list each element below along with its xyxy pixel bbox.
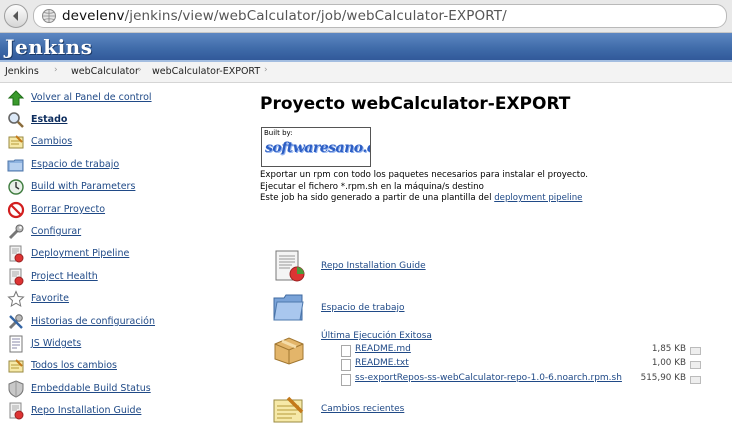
file-icon xyxy=(341,345,351,357)
badge-caption: Built by: xyxy=(264,129,293,137)
sidebar-item-build-with-parameters[interactable]: Build with Parameters xyxy=(7,178,237,196)
description-line: Exportar un rpm con todo los paquetes ne… xyxy=(260,170,589,180)
page-title: Proyecto webCalculator-EXPORT xyxy=(260,94,571,114)
sidebar-item-status[interactable]: Estado xyxy=(7,111,237,129)
built-by-badge[interactable]: Built by: softwaresano.com xyxy=(261,127,371,167)
breadcrumb-job[interactable]: webCalculator-EXPORT xyxy=(152,66,260,77)
sidebar-item-deployment-pipeline[interactable]: Deployment Pipeline xyxy=(7,245,237,263)
sidebar-item-label: Volver al Panel de control xyxy=(31,92,152,103)
sidebar-item-label: Cambios xyxy=(31,136,73,147)
sidebar-item-changes[interactable]: Cambios xyxy=(7,133,237,151)
notepad-icon xyxy=(273,396,304,423)
document-icon xyxy=(9,335,23,353)
artifact-row: README.md 1,85 KB xyxy=(341,344,706,357)
sidebar-item-project-health[interactable]: Project Health xyxy=(7,268,237,286)
view-icon[interactable] xyxy=(690,361,701,369)
sidebar-item-label: JS Widgets xyxy=(31,338,82,349)
file-icon xyxy=(341,374,351,386)
sidebar-item-label: Project Health xyxy=(31,271,98,282)
file-icon xyxy=(341,359,351,371)
workspace-link[interactable]: Espacio de trabajo xyxy=(321,303,405,313)
artifact-row: README.txt 1,00 KB xyxy=(341,358,706,371)
package-icon xyxy=(274,337,304,365)
recent-changes-link[interactable]: Cambios recientes xyxy=(321,404,404,414)
jenkins-logo[interactable]: Jenkins xyxy=(5,35,92,59)
report-icon xyxy=(275,250,305,282)
report-icon xyxy=(9,402,24,420)
badge-brand: softwaresano.com xyxy=(265,140,370,156)
up-arrow-icon xyxy=(7,90,25,106)
sidebar-item-label: Configurar xyxy=(31,226,82,237)
breadcrumb-separator: › xyxy=(264,65,268,75)
artifact-link[interactable]: README.md xyxy=(355,344,411,354)
url-path: /jenkins/view/webCalculator/job/webCalcu… xyxy=(124,8,507,24)
artifact-row: ss-exportRepos-ss-webCalculator-repo-1.0… xyxy=(341,373,706,386)
sidebar-item-label: Borrar Proyecto xyxy=(31,204,106,215)
sidebar-item-label: Embeddable Build Status xyxy=(31,383,151,394)
last-successful-build-link[interactable]: Última Ejecución Exitosa xyxy=(321,331,432,341)
artifact-size: 515,90 KB xyxy=(640,373,686,383)
browser-toolbar: develenv/jenkins/view/webCalculator/job/… xyxy=(0,0,732,33)
sidebar-item-label: Repo Installation Guide xyxy=(31,405,142,416)
sidebar-item-label: Build with Parameters xyxy=(31,181,136,192)
artifact-link[interactable]: README.txt xyxy=(355,358,409,368)
star-icon xyxy=(7,290,25,308)
jenkins-header: Jenkins xyxy=(0,33,732,62)
notepad-icon xyxy=(8,359,24,373)
sidebar-item-label: Deployment Pipeline xyxy=(31,248,130,259)
description-line: Ejecutar el fichero *.rpm.sh en la máqui… xyxy=(260,181,484,192)
sidebar-item-label: Favorite xyxy=(31,293,69,304)
sidebar-item-js-widgets[interactable]: JS Widgets xyxy=(7,335,237,353)
shield-icon xyxy=(8,380,24,398)
address-bar[interactable]: develenv/jenkins/view/webCalculator/job/… xyxy=(33,4,727,28)
back-arrow-icon xyxy=(13,11,18,21)
sidebar-item-configure[interactable]: Configurar xyxy=(7,223,237,241)
artifact-size: 1,00 KB xyxy=(651,358,686,368)
sidebar-item-repo-installation-guide[interactable]: Repo Installation Guide xyxy=(7,402,237,420)
search-icon xyxy=(8,112,24,128)
sidebar-item-embeddable-build-status[interactable]: Embeddable Build Status xyxy=(7,380,237,398)
folder-icon xyxy=(7,159,24,172)
report-icon xyxy=(9,268,24,286)
sidebar-item-label: Espacio de trabajo xyxy=(31,159,120,170)
deployment-pipeline-link[interactable]: deployment pipeline xyxy=(494,193,582,203)
notepad-icon xyxy=(8,135,24,149)
sidebar-item-delete-project[interactable]: Borrar Proyecto xyxy=(7,201,237,219)
globe-icon xyxy=(42,9,56,23)
artifact-link[interactable]: ss-exportRepos-ss-webCalculator-repo-1.0… xyxy=(355,373,622,383)
url-text: develenv/jenkins/view/webCalculator/job/… xyxy=(62,8,507,24)
sidebar-item-label: Estado xyxy=(31,114,68,125)
view-icon[interactable] xyxy=(690,376,701,384)
breadcrumb-separator: › xyxy=(54,65,58,75)
sidebar-item-favorite[interactable]: Favorite xyxy=(7,290,237,308)
url-host: develenv xyxy=(62,8,125,24)
sidebar-item-label: Todos los cambios xyxy=(31,360,117,371)
project-description: Exportar un rpm con todo los paquetes ne… xyxy=(260,170,700,205)
report-icon xyxy=(9,245,24,263)
breadcrumb-jenkins[interactable]: Jenkins xyxy=(5,66,39,77)
repo-installation-guide-link[interactable]: Repo Installation Guide xyxy=(321,261,426,271)
breadcrumb: Jenkins › webCalculator › webCalculator-… xyxy=(0,62,732,83)
description-line: Este job ha sido generado a partir de un… xyxy=(260,193,700,205)
sidebar-item-all-changes[interactable]: Todos los cambios xyxy=(7,357,237,375)
sidebar-item-config-history[interactable]: Historias de configuración xyxy=(7,313,237,331)
view-icon[interactable] xyxy=(690,347,701,355)
breadcrumb-separator: › xyxy=(138,65,142,75)
sidebar-item-back-to-dashboard[interactable]: Volver al Panel de control xyxy=(7,89,237,107)
tools-icon xyxy=(8,314,23,330)
back-button[interactable] xyxy=(4,4,28,28)
clock-icon xyxy=(8,179,24,195)
folder-icon xyxy=(273,294,304,321)
artifact-size: 1,85 KB xyxy=(651,344,686,354)
no-entry-icon xyxy=(7,201,25,219)
sidebar-item-label: Historias de configuración xyxy=(31,316,156,327)
sidebar-item-workspace[interactable]: Espacio de trabajo xyxy=(7,156,237,174)
description-text: Este job ha sido generado a partir de un… xyxy=(260,193,495,203)
breadcrumb-webcalculator[interactable]: webCalculator xyxy=(71,66,139,77)
wrench-icon xyxy=(8,224,24,240)
